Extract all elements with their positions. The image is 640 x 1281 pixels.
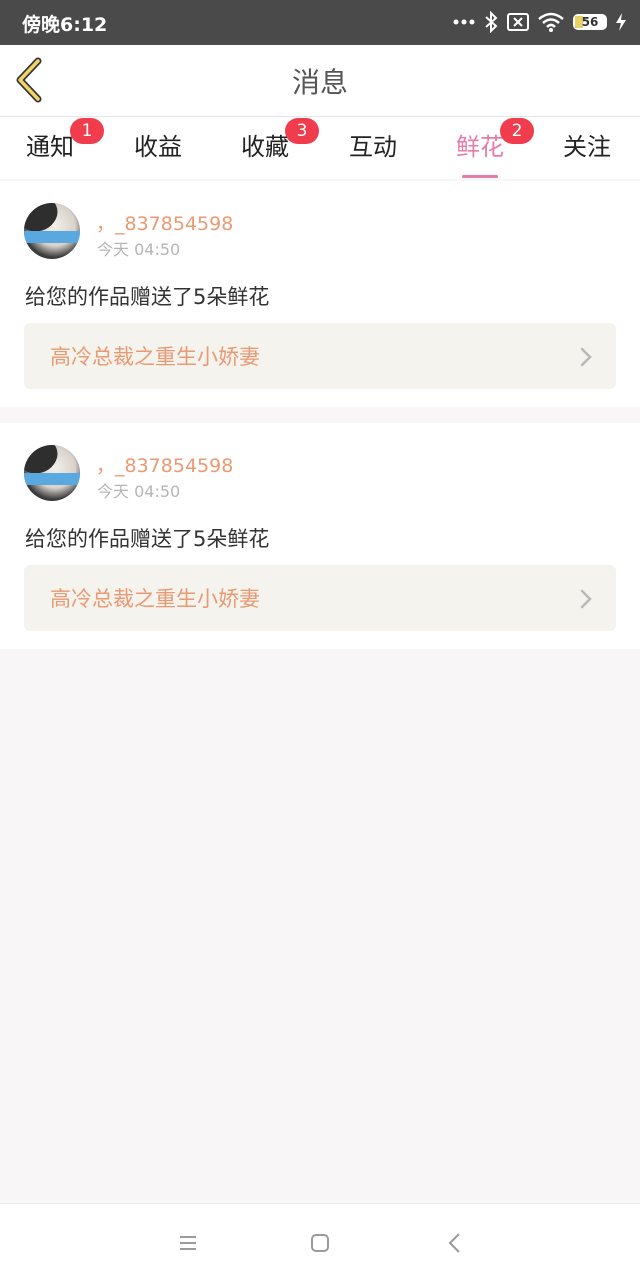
tab-label: 收益 xyxy=(134,133,182,161)
book-title: 高冷总裁之重生小娇妻 xyxy=(50,587,260,611)
book-link[interactable]: 高冷总裁之重生小娇妻 xyxy=(24,565,616,631)
tab-label: 鲜花 xyxy=(456,133,504,161)
active-tab-indicator xyxy=(462,175,498,178)
status-bar: 傍晚6:12 56 xyxy=(0,0,640,45)
page-title: 消息 xyxy=(291,66,348,99)
tab-flowers[interactable]: 鲜花 2 xyxy=(456,118,534,178)
chevron-right-icon xyxy=(580,589,592,609)
status-time: 傍晚6:12 xyxy=(22,14,108,36)
message-card: ，_837854598 今天 04:50 给您的作品赠送了5朵鲜花 高冷总裁之重… xyxy=(0,181,640,407)
header-bar: 消息 xyxy=(0,45,640,117)
message-time: 今天 04:50 xyxy=(97,240,181,259)
tab-follow[interactable]: 关注 xyxy=(563,127,611,162)
tab-favorites[interactable]: 收藏 3 xyxy=(241,118,319,162)
chevron-right-icon xyxy=(580,347,592,367)
system-back-button[interactable] xyxy=(442,1230,468,1256)
sender-name[interactable]: ，_837854598 xyxy=(96,209,233,236)
tab-earnings[interactable]: 收益 xyxy=(134,127,182,162)
wifi-icon xyxy=(538,12,564,32)
sim-x-icon xyxy=(507,13,529,31)
more-dots-icon xyxy=(453,19,475,25)
sender-name[interactable]: ，_837854598 xyxy=(96,451,233,478)
book-title: 高冷总裁之重生小娇妻 xyxy=(50,345,260,369)
charging-icon xyxy=(616,13,626,31)
unread-badge: 3 xyxy=(285,118,319,144)
home-square-icon xyxy=(311,1234,329,1252)
status-icons: 56 xyxy=(453,10,626,34)
bluetooth-icon xyxy=(485,11,498,33)
book-link[interactable]: 高冷总裁之重生小娇妻 xyxy=(24,323,616,389)
menu-icon xyxy=(180,1236,196,1250)
unread-badge: 2 xyxy=(500,118,534,144)
message-text: 给您的作品赠送了5朵鲜花 xyxy=(25,285,270,309)
back-triangle-icon xyxy=(448,1233,460,1253)
tab-notification[interactable]: 通知 1 xyxy=(26,118,104,162)
tab-label: 互动 xyxy=(349,133,397,161)
message-card: ，_837854598 今天 04:50 给您的作品赠送了5朵鲜花 高冷总裁之重… xyxy=(0,423,640,649)
battery-level: 56 xyxy=(581,15,599,29)
tab-interaction[interactable]: 互动 xyxy=(349,127,397,162)
tab-label: 关注 xyxy=(563,133,611,161)
message-text: 给您的作品赠送了5朵鲜花 xyxy=(25,527,270,551)
unread-badge: 1 xyxy=(70,118,104,144)
tab-label: 通知 xyxy=(26,133,74,161)
avatar[interactable] xyxy=(24,203,80,259)
tab-bar: 通知 1 收益 收藏 3 互动 鲜花 2 关注 xyxy=(0,117,640,179)
avatar[interactable] xyxy=(24,445,80,501)
message-time: 今天 04:50 xyxy=(97,482,181,501)
tab-label: 收藏 xyxy=(241,133,289,161)
battery-icon: 56 xyxy=(573,14,607,30)
home-button[interactable] xyxy=(307,1230,333,1256)
recent-apps-button[interactable] xyxy=(175,1230,201,1256)
system-nav-bar xyxy=(0,1203,640,1281)
